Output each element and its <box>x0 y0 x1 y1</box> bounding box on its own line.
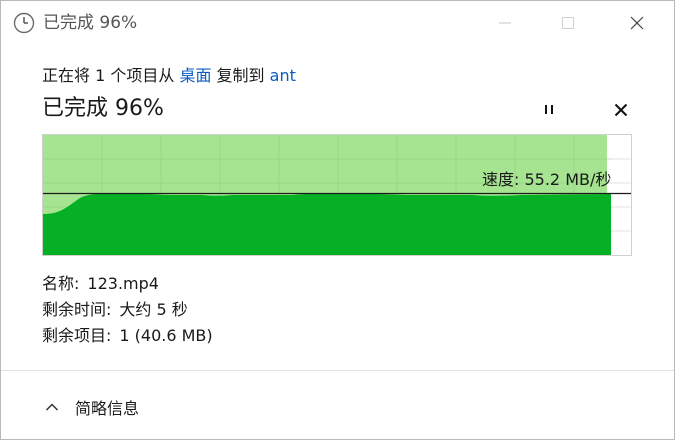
chevron-up-icon <box>45 403 59 411</box>
file-name-value: 123.mp4 <box>87 274 159 293</box>
cancel-x-icon <box>614 103 628 117</box>
cancel-button[interactable] <box>607 97 635 123</box>
title-bar[interactable]: 已完成 96% <box>1 1 674 45</box>
destination-folder-link[interactable]: ant <box>270 66 296 85</box>
transfer-speed-chart <box>42 134 632 256</box>
maximize-icon <box>562 17 574 29</box>
speed-history-area <box>43 193 611 255</box>
time-remaining-value: 大约 5 秒 <box>119 300 188 319</box>
time-remaining-label: 剩余时间: <box>42 300 112 319</box>
copy-middle: 复制到 <box>211 66 270 85</box>
items-remaining-value: 1 (40.6 MB) <box>119 326 213 345</box>
copy-prefix: 正在将 1 个项目从 <box>42 66 180 85</box>
items-remaining-label: 剩余项目: <box>42 326 112 345</box>
maximize-button[interactable] <box>534 1 602 45</box>
close-icon <box>630 16 644 30</box>
file-name-label: 名称: <box>42 274 80 293</box>
progress-title: 已完成 96% <box>42 96 164 121</box>
file-name-row: 名称: 123.mp4 <box>42 273 159 295</box>
pause-icon <box>545 105 553 114</box>
speed-label: 速度: 55.2 MB/秒 <box>482 170 612 189</box>
clock-icon <box>13 12 35 34</box>
less-details-label: 简略信息 <box>75 399 140 418</box>
items-remaining-row: 剩余项目: 1 (40.6 MB) <box>42 325 213 347</box>
copy-progress-window: 已完成 96% 正在将 1 个项目从 桌面 复制到 ant 已完成 96% 速度… <box>0 0 675 440</box>
pause-button[interactable] <box>535 97 563 123</box>
minimize-icon <box>499 22 511 24</box>
less-details-button[interactable]: 简略信息 <box>45 393 139 421</box>
copy-description: 正在将 1 个项目从 桌面 复制到 ant <box>42 65 296 87</box>
close-button[interactable] <box>603 1 671 45</box>
window-title: 已完成 96% <box>43 13 138 33</box>
source-folder-link[interactable]: 桌面 <box>179 66 211 85</box>
minimize-button[interactable] <box>471 1 539 45</box>
time-remaining-row: 剩余时间: 大约 5 秒 <box>42 299 188 321</box>
